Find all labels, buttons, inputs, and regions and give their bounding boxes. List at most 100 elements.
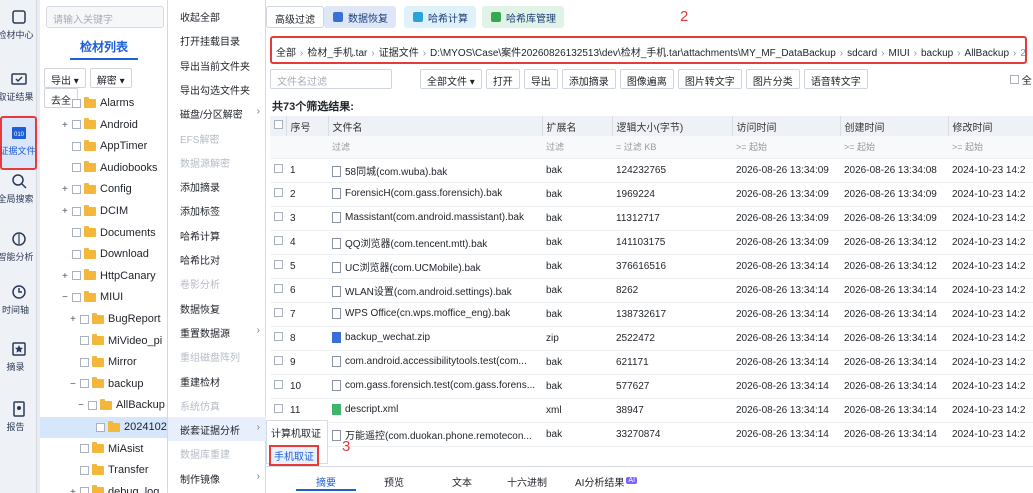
tree-node[interactable]: + Android (40, 115, 167, 136)
row-checkbox[interactable] (270, 254, 286, 279)
row-checkbox[interactable] (270, 350, 286, 375)
bottom-tab[interactable]: 预览 (364, 471, 424, 491)
tree-node[interactable]: + Config (40, 179, 167, 200)
expand-toggle[interactable]: + (70, 314, 80, 325)
context-menu-item[interactable]: 重建检材 (168, 369, 266, 393)
ext-filter[interactable]: 过滤 (542, 136, 612, 159)
context-menu-item[interactable]: 数据恢复 (168, 296, 266, 320)
context-menu-item[interactable]: 磁盘/分区解密 › (168, 101, 266, 125)
atime-filter[interactable]: >= 起始 (732, 136, 840, 159)
row-checkbox[interactable] (270, 374, 286, 399)
expand-toggle[interactable]: − (62, 292, 72, 303)
advanced-filter-button[interactable]: 高级过滤 (266, 6, 324, 28)
node-checkbox[interactable] (72, 98, 81, 108)
context-menu-item[interactable]: 添加摘录 (168, 174, 266, 198)
node-checkbox[interactable] (72, 228, 81, 238)
row-checkbox[interactable] (270, 206, 286, 231)
bottom-tab[interactable]: 十六进制 (492, 471, 562, 491)
breadcrumb-item[interactable]: backup (921, 48, 953, 59)
table-row[interactable]: 6 WLAN设置(com.android.settings).bak bak 8262… (270, 278, 1033, 303)
col-filename[interactable]: 文件名 (328, 116, 543, 136)
table-row[interactable]: 12万能遥控(com.duokan.phone.remotecon...bak3… (270, 422, 1033, 447)
tree-node[interactable]: AppTimer (40, 136, 167, 157)
nav-report[interactable]: 报告 (0, 400, 37, 452)
table-row[interactable]: 11 descript.xml xml 38947 2026-08-26 13:34:1… (270, 398, 1033, 423)
table-row[interactable]: 2 ForensicH(com.gass.forensich).bak bak 196… (270, 182, 1033, 207)
nav-evidence-center[interactable]: 检材中心 (0, 8, 37, 60)
data-recovery-button[interactable]: 数据恢复 (324, 6, 396, 28)
context-menu-item[interactable]: 添加标签 (168, 198, 266, 222)
hash-calc-button[interactable]: 哈希计算 (404, 6, 476, 28)
breadcrumb-item[interactable]: MIUI (889, 48, 910, 59)
hash-library-button[interactable]: 哈希库管理 (482, 6, 564, 28)
bottom-tab[interactable]: 摘要 (296, 471, 356, 491)
nav-evidence-files[interactable]: 010 证据文件 (0, 116, 37, 170)
toolbar-button[interactable]: 添加摘录 (561, 69, 616, 89)
toolbar-button[interactable]: 导出 (523, 69, 558, 89)
submenu-mobile-forensics[interactable]: 手机取证 (269, 445, 319, 466)
bottom-tab[interactable]: 文本 (432, 471, 492, 491)
size-filter[interactable]: = 过滤 KB (612, 136, 732, 159)
node-checkbox[interactable] (88, 400, 97, 410)
expand-toggle[interactable]: + (62, 120, 72, 131)
context-menu-item[interactable]: 嵌套证据分析 › (168, 417, 266, 442)
tree-search-input[interactable]: 请输入关键字 (46, 6, 164, 28)
tree-node[interactable]: + debug_log (40, 482, 167, 493)
expand-toggle[interactable]: + (70, 487, 80, 493)
export-dropdown[interactable]: 导出 ▾ (44, 68, 86, 88)
breadcrumb-item[interactable]: sdcard (847, 48, 877, 59)
select-all-checkbox[interactable]: 全 (1010, 72, 1032, 87)
col-size[interactable]: 逻辑大小(字节) (612, 116, 733, 136)
node-checkbox[interactable] (72, 120, 81, 130)
node-checkbox[interactable] (72, 141, 81, 151)
table-row[interactable]: 8 backup_wechat.zip zip 2522472 2026-08-26 1… (270, 326, 1033, 351)
row-checkbox[interactable] (270, 278, 286, 303)
tree-node[interactable]: Mirror (40, 352, 167, 373)
col-modify-time[interactable]: 修改时间 (948, 116, 1033, 136)
expand-toggle[interactable]: − (70, 379, 80, 390)
row-checkbox[interactable] (270, 230, 286, 255)
col-index[interactable]: 序号 (286, 116, 329, 136)
context-menu-item[interactable]: 重置数据源 › (168, 320, 266, 344)
node-checkbox[interactable] (80, 336, 89, 346)
context-menu-item[interactable]: 导出当前文件夹 (168, 53, 266, 77)
expand-toggle[interactable]: − (78, 400, 88, 411)
breadcrumb-item[interactable]: 全部 (276, 48, 296, 59)
table-row[interactable]: 9 com.android.accessibilitytools.test(com… (270, 350, 1033, 375)
breadcrumb-item[interactable]: AllBackup (965, 48, 1009, 59)
nav-excerpt[interactable]: 摘录 (0, 340, 37, 392)
header-checkbox[interactable] (270, 116, 287, 136)
decrypt-dropdown[interactable]: 解密 ▾ (89, 68, 132, 88)
context-menu-item[interactable]: 哈希计算 (168, 223, 266, 247)
node-checkbox[interactable] (80, 487, 89, 493)
toolbar-button[interactable]: 图片分类 (745, 69, 800, 89)
row-checkbox[interactable] (270, 326, 286, 351)
col-access-time[interactable]: 访问时间 (732, 116, 841, 136)
node-checkbox[interactable] (72, 271, 81, 281)
breadcrumb-item[interactable]: 20241023_142321 (1020, 48, 1025, 59)
toolbar-button[interactable]: 图片转文字 (677, 69, 742, 89)
node-checkbox[interactable] (80, 465, 89, 475)
toolbar-button[interactable]: 全部文件 ▾ (420, 69, 482, 89)
nav-smart-analysis[interactable]: 智能分析 (0, 230, 37, 282)
nav-forensic-results[interactable]: 取证结果 (0, 70, 37, 122)
toolbar-button[interactable]: 打开 (485, 69, 520, 89)
expand-toggle[interactable]: + (62, 206, 72, 217)
tree-node[interactable]: Alarms (40, 93, 167, 114)
context-menu-item[interactable]: 打开挂载目录 (168, 28, 266, 52)
tree-node[interactable]: − AllBackup (40, 395, 167, 416)
tree-node[interactable]: 20241023 (40, 417, 167, 438)
node-checkbox[interactable] (80, 444, 89, 454)
tree-node[interactable]: Audiobooks (40, 158, 167, 179)
row-checkbox[interactable] (270, 398, 286, 423)
nav-timeline[interactable]: 时间轴 (0, 283, 37, 335)
ctime-filter[interactable]: >= 起始 (840, 136, 948, 159)
tree-node[interactable]: Transfer (40, 460, 167, 481)
context-menu-item[interactable]: 制作镜像 › (168, 466, 266, 490)
row-checkbox[interactable] (270, 302, 286, 327)
context-menu-item[interactable]: 收起全部 (168, 4, 266, 28)
node-checkbox[interactable] (80, 379, 89, 389)
tree-node[interactable]: Documents (40, 223, 167, 244)
expand-toggle[interactable]: + (62, 184, 72, 195)
tree-node[interactable]: + HttpCanary (40, 266, 167, 287)
